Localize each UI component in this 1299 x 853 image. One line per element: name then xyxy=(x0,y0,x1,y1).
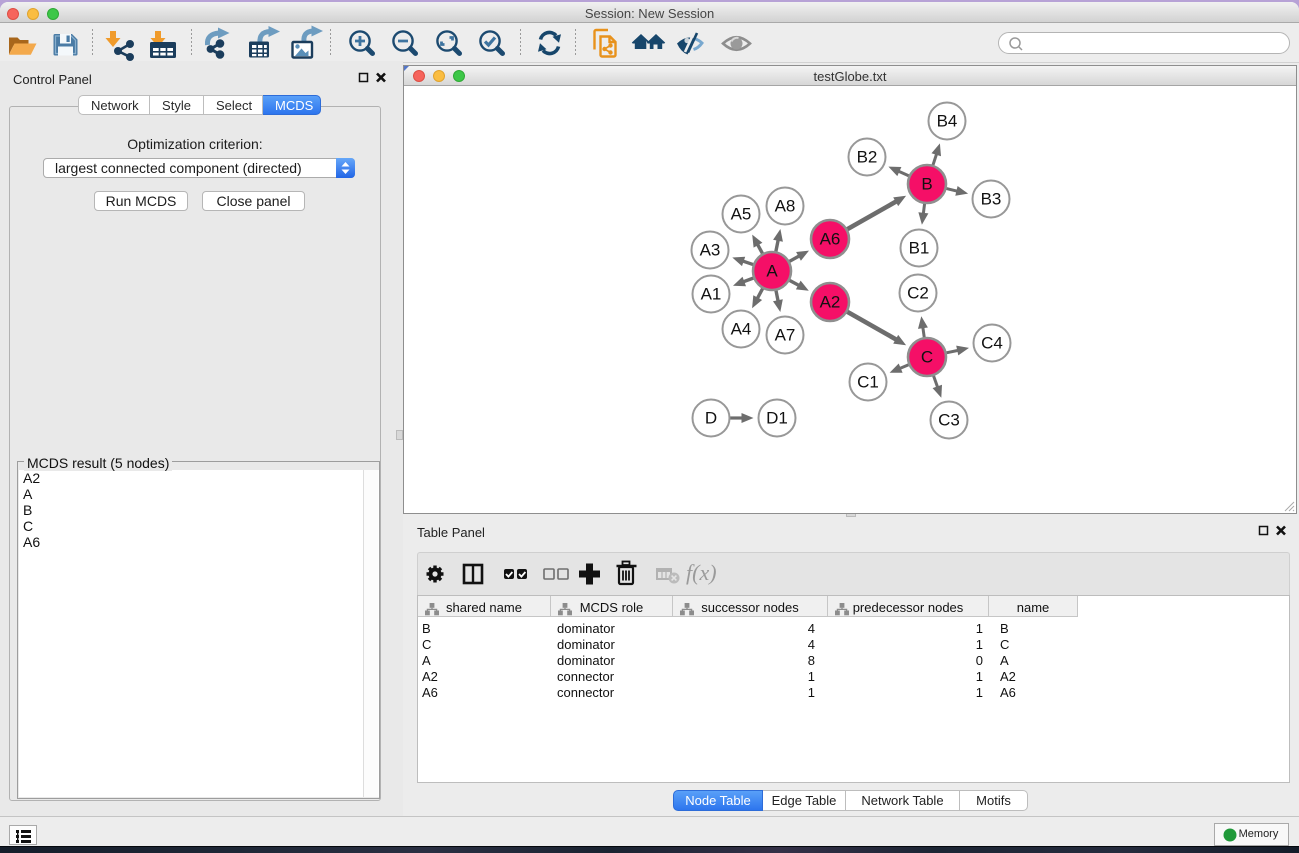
svg-text:B: B xyxy=(921,175,932,194)
svg-text:B1: B1 xyxy=(909,239,930,258)
svg-text:C1: C1 xyxy=(857,373,879,392)
svg-text:B3: B3 xyxy=(981,190,1002,209)
svg-text:B2: B2 xyxy=(857,148,878,167)
svg-text:A1: A1 xyxy=(701,285,722,304)
svg-text:A: A xyxy=(766,262,778,281)
svg-text:A5: A5 xyxy=(731,205,752,224)
svg-text:C3: C3 xyxy=(938,411,960,430)
svg-text:C4: C4 xyxy=(981,334,1003,353)
svg-text:C: C xyxy=(921,348,933,367)
svg-text:A4: A4 xyxy=(731,320,752,339)
svg-text:A2: A2 xyxy=(820,293,841,312)
svg-text:A7: A7 xyxy=(775,326,796,345)
svg-text:A3: A3 xyxy=(700,241,721,260)
svg-text:C2: C2 xyxy=(907,284,929,303)
svg-text:A6: A6 xyxy=(820,230,841,249)
svg-text:D1: D1 xyxy=(766,409,788,428)
svg-text:B4: B4 xyxy=(937,112,958,131)
svg-text:A8: A8 xyxy=(775,197,796,216)
svg-text:D: D xyxy=(705,409,717,428)
